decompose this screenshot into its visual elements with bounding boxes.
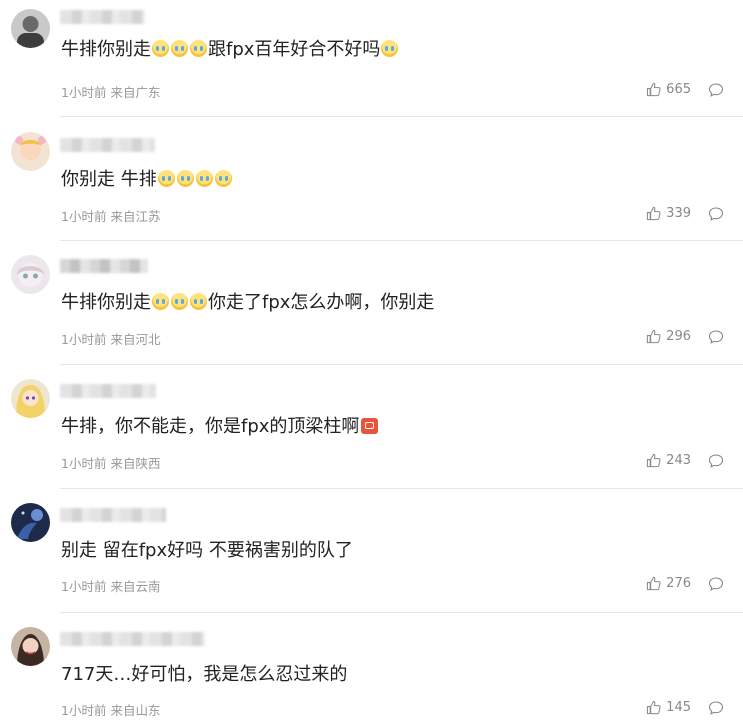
like-count: 665 bbox=[666, 82, 691, 97]
comment-bubble-icon[interactable] bbox=[708, 453, 724, 469]
comment-location: 来自广东 bbox=[110, 85, 161, 100]
like-button[interactable]: 296 bbox=[646, 329, 691, 344]
comment-time: 1小时前 bbox=[61, 579, 107, 594]
avatar[interactable] bbox=[11, 503, 50, 542]
crying-face-emoji bbox=[190, 40, 207, 57]
crying-face-emoji bbox=[176, 170, 194, 187]
comment-meta: 1小时前 来自山东 bbox=[61, 700, 160, 719]
comment-location: 来自陕西 bbox=[110, 456, 161, 471]
comment-location: 来自山东 bbox=[110, 703, 161, 718]
like-button[interactable]: 145 bbox=[646, 700, 691, 715]
crying-face-emoji bbox=[381, 40, 399, 57]
comment-item: 牛排你别走 你走了fpx怎么办啊，你别走 1小时前 来自河北 296 bbox=[0, 248, 743, 365]
like-count: 296 bbox=[666, 329, 691, 344]
like-button[interactable]: 339 bbox=[646, 206, 691, 221]
crying-face-emoji bbox=[157, 170, 175, 187]
comment-text: 717天…好可怕，我是怎么忍过来的 bbox=[61, 663, 347, 687]
divider bbox=[60, 488, 743, 489]
comment-item: 牛排，你不能走，你是fpx的顶梁柱啊 1小时前 来自陕西 243 bbox=[0, 372, 743, 489]
thumbs-up-icon bbox=[647, 329, 661, 344]
comment-bubble-icon[interactable] bbox=[708, 82, 724, 98]
crying-face-emoji bbox=[171, 293, 188, 310]
like-button[interactable]: 276 bbox=[646, 576, 691, 591]
crying-face-emoji bbox=[152, 40, 169, 57]
divider bbox=[60, 364, 743, 365]
comment-location: 来自江苏 bbox=[110, 209, 161, 224]
comment-item: 717天…好可怕，我是怎么忍过来的 1小时前 来自山东 145 bbox=[0, 620, 743, 723]
comment-item: 你别走 牛排 1小时前 来自江苏 339 bbox=[0, 124, 743, 241]
comment-text: 别走 留在fpx好吗 不要祸害别的队了 bbox=[61, 539, 353, 563]
comment-time: 1小时前 bbox=[61, 703, 107, 718]
comment-text-part: 别走 留在fpx好吗 不要祸害别的队了 bbox=[61, 540, 353, 561]
username-redacted[interactable] bbox=[60, 508, 166, 522]
comment-text: 你别走 牛排 bbox=[61, 168, 233, 192]
comment-text: 牛排你别走 你走了fpx怎么办啊，你别走 bbox=[61, 291, 434, 315]
comment-location: 来自云南 bbox=[110, 579, 161, 594]
comment-text-part: 牛排，你不能走，你是fpx的顶梁柱啊 bbox=[61, 416, 360, 437]
comment-bubble-icon[interactable] bbox=[708, 700, 724, 716]
comment-text-part: 跟fpx百年好合不好吗 bbox=[208, 39, 381, 60]
like-count: 145 bbox=[666, 700, 691, 715]
comment-text: 牛排，你不能走，你是fpx的顶梁柱啊 bbox=[61, 415, 379, 439]
comment-time: 1小时前 bbox=[61, 209, 107, 224]
comment-text-part: 牛排你别走 bbox=[61, 292, 151, 313]
username-redacted[interactable] bbox=[60, 138, 155, 152]
comment-item: 别走 留在fpx好吗 不要祸害别的队了 1小时前 来自云南 276 bbox=[0, 496, 743, 613]
thumbs-up-icon bbox=[647, 82, 661, 97]
comment-text-part: 你走了fpx怎么办啊，你别走 bbox=[208, 292, 435, 313]
comment-meta: 1小时前 来自广东 bbox=[61, 82, 160, 101]
comment-text-part: 你别走 牛排 bbox=[61, 169, 157, 190]
divider bbox=[60, 116, 743, 117]
divider bbox=[60, 612, 743, 613]
comment-list: 牛排你别走 跟fpx百年好合不好吗 1小时前 来自广东 665 你别走 牛排 1小… bbox=[0, 0, 743, 723]
comment-text-part: 717天…好可怕，我是怎么忍过来的 bbox=[61, 664, 348, 685]
comment-bubble-icon[interactable] bbox=[708, 576, 724, 592]
comment-meta: 1小时前 来自陕西 bbox=[61, 453, 160, 472]
comment-text-part: 牛排你别走 bbox=[61, 39, 151, 60]
avatar[interactable] bbox=[11, 9, 50, 48]
like-button[interactable]: 243 bbox=[646, 453, 691, 468]
comment-meta: 1小时前 来自江苏 bbox=[61, 206, 160, 225]
thumbs-up-icon bbox=[647, 576, 661, 591]
thumbs-up-icon bbox=[647, 700, 661, 715]
divider bbox=[60, 240, 743, 241]
like-count: 276 bbox=[666, 576, 691, 591]
comment-time: 1小时前 bbox=[61, 456, 107, 471]
like-count: 243 bbox=[666, 453, 691, 468]
comment-text: 牛排你别走 跟fpx百年好合不好吗 bbox=[61, 38, 399, 62]
thumbs-up-icon bbox=[647, 206, 661, 221]
like-count: 339 bbox=[666, 206, 691, 221]
crying-face-emoji bbox=[152, 293, 169, 310]
username-redacted[interactable] bbox=[60, 632, 205, 646]
comment-item: 牛排你别走 跟fpx百年好合不好吗 1小时前 来自广东 665 bbox=[0, 0, 743, 117]
avatar[interactable] bbox=[11, 627, 50, 666]
comment-bubble-icon[interactable] bbox=[708, 206, 724, 222]
thumbs-up-icon bbox=[647, 453, 661, 468]
username-redacted[interactable] bbox=[60, 10, 145, 24]
comment-meta: 1小时前 来自云南 bbox=[61, 576, 160, 595]
avatar[interactable] bbox=[11, 379, 50, 418]
crying-face-emoji bbox=[214, 170, 232, 187]
username-redacted[interactable] bbox=[60, 384, 156, 398]
comment-meta: 1小时前 来自河北 bbox=[61, 329, 160, 348]
avatar[interactable] bbox=[11, 132, 50, 171]
crying-face-emoji bbox=[190, 293, 207, 310]
comment-location: 来自河北 bbox=[110, 332, 161, 347]
comment-time: 1小时前 bbox=[61, 85, 107, 100]
username-redacted[interactable] bbox=[60, 259, 148, 273]
comment-bubble-icon[interactable] bbox=[708, 329, 724, 345]
angry-emoji bbox=[361, 418, 379, 434]
comment-time: 1小时前 bbox=[61, 332, 107, 347]
crying-face-emoji bbox=[171, 40, 188, 57]
like-button[interactable]: 665 bbox=[646, 82, 691, 97]
crying-face-emoji bbox=[195, 170, 213, 187]
avatar[interactable] bbox=[11, 255, 50, 294]
